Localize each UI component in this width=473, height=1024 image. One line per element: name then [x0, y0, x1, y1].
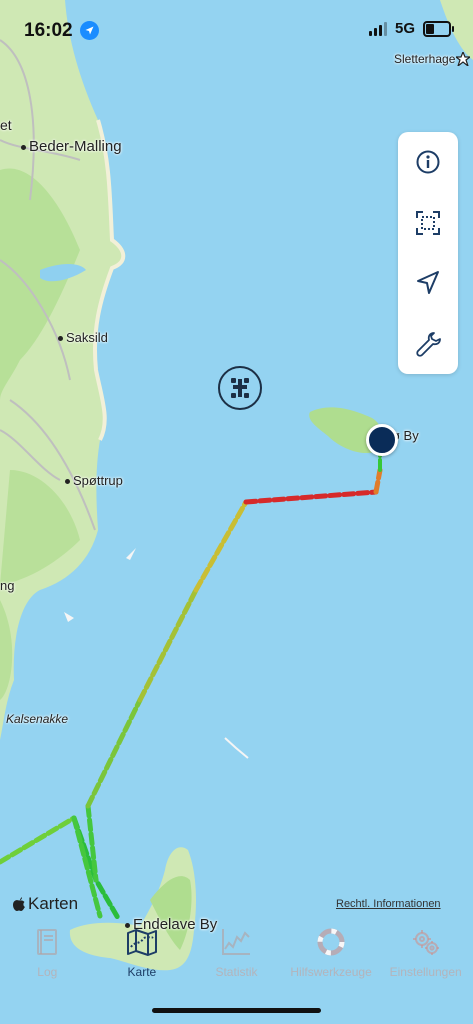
focus-region-icon [416, 210, 440, 235]
label-sletterhage: Sletterhage [394, 52, 456, 66]
tab-hilfswerkzeuge[interactable]: Hilfswerkzeuge [284, 925, 378, 985]
status-right: 5G [368, 20, 454, 37]
label-ng: ng [0, 578, 15, 593]
map-icon [126, 929, 157, 956]
location-services-icon [80, 21, 99, 40]
focus-region-button[interactable] [408, 203, 448, 243]
info-icon [416, 150, 440, 174]
tab-einstellungen-label: Einstellungen [389, 965, 462, 979]
logbook-icon [37, 929, 58, 955]
battery-icon [423, 20, 454, 37]
network-type: 5G [394, 20, 415, 37]
tab-statistik-label: Statistik [215, 965, 258, 979]
signal-icon [368, 21, 387, 36]
label-beder-malling: Beder-Malling [21, 138, 122, 155]
tab-einstellungen[interactable]: Einstellungen [379, 925, 473, 985]
home-indicator[interactable] [152, 1008, 321, 1013]
lifebuoy-icon [317, 928, 345, 956]
current-position-marker[interactable] [366, 424, 398, 456]
apple-maps-attribution: Karten [12, 894, 78, 914]
anchor-buoy-icon[interactable] [218, 366, 262, 410]
label-saksild: Saksild [58, 330, 108, 345]
legal-info-link[interactable]: Rechtl. Informationen [336, 898, 441, 910]
apple-logo-icon [13, 897, 25, 911]
label-et: et [0, 117, 12, 133]
apple-maps-label: Karten [28, 894, 79, 913]
navigation-arrow-icon [417, 271, 439, 295]
gears-icon [412, 930, 439, 955]
label-kalsenakke: Kalsenakke [6, 712, 69, 726]
info-button[interactable] [408, 142, 448, 182]
label-spottrup: Spøttrup [65, 473, 123, 488]
tab-bar: Log Karte Statistik Hilfswerkzeuge Einst… [0, 925, 473, 985]
tab-karte[interactable]: Karte [95, 925, 189, 985]
tools-button[interactable] [408, 324, 448, 364]
tab-log[interactable]: Log [0, 925, 94, 985]
navigation-button[interactable] [408, 263, 448, 303]
tab-hilfswerkzeuge-label: Hilfswerkzeuge [290, 965, 372, 979]
tab-karte-label: Karte [127, 965, 157, 979]
status-time: 16:02 [24, 20, 73, 41]
map-controls [398, 132, 458, 374]
tab-statistik[interactable]: Statistik [189, 925, 283, 985]
wrench-icon [416, 331, 441, 357]
tab-log-label: Log [37, 965, 58, 979]
chart-icon [222, 929, 251, 955]
lighthouse-icon [454, 50, 472, 68]
